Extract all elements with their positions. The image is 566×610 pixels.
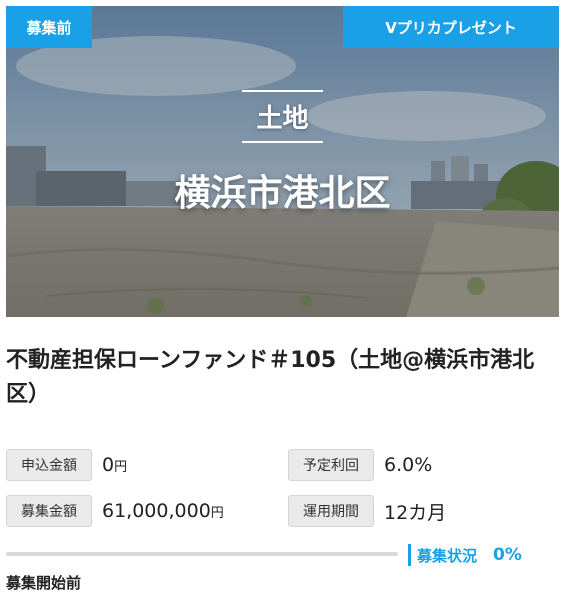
target-amount-value: 61,000,000円 (102, 500, 224, 522)
applied-amount-label: 申込金額 (6, 449, 92, 481)
fund-title[interactable]: 不動産担保ローンファンド＃105（土地@横浜市港北区） (6, 344, 554, 412)
category-label-wrap: 土地 (6, 90, 559, 143)
target-amount-label: 募集金額 (6, 495, 92, 527)
yield-label: 予定利回 (288, 449, 374, 481)
fund-hero-image[interactable]: 募集前 Vプリカプレゼント 土地 横浜市港北区 (6, 6, 559, 317)
hero-overlay (6, 6, 559, 317)
recruitment-start-status: 募集開始前 (6, 574, 82, 592)
yield-row: 予定利回 6.0% (288, 449, 432, 481)
category-label: 土地 (242, 90, 323, 143)
yield-value: 6.0% (384, 454, 433, 476)
period-value: 12カ月 (384, 501, 447, 524)
funding-status: 募集状況 0% (408, 544, 522, 566)
status-badge: 募集前 (6, 6, 92, 48)
promo-badge: Vプリカプレゼント (343, 6, 559, 48)
location-title: 横浜市港北区 (174, 173, 391, 214)
target-amount-row: 募集金額 61,000,000円 (6, 495, 224, 527)
funding-progress-bar (6, 552, 398, 556)
funding-status-label: 募集状況 (417, 546, 478, 565)
period-label: 運用期間 (288, 495, 374, 527)
funding-status-percent: 0% (493, 545, 522, 565)
applied-amount-row: 申込金額 0円 (6, 449, 127, 481)
applied-amount-value: 0円 (102, 454, 128, 476)
period-row: 運用期間 12カ月 (288, 495, 446, 527)
